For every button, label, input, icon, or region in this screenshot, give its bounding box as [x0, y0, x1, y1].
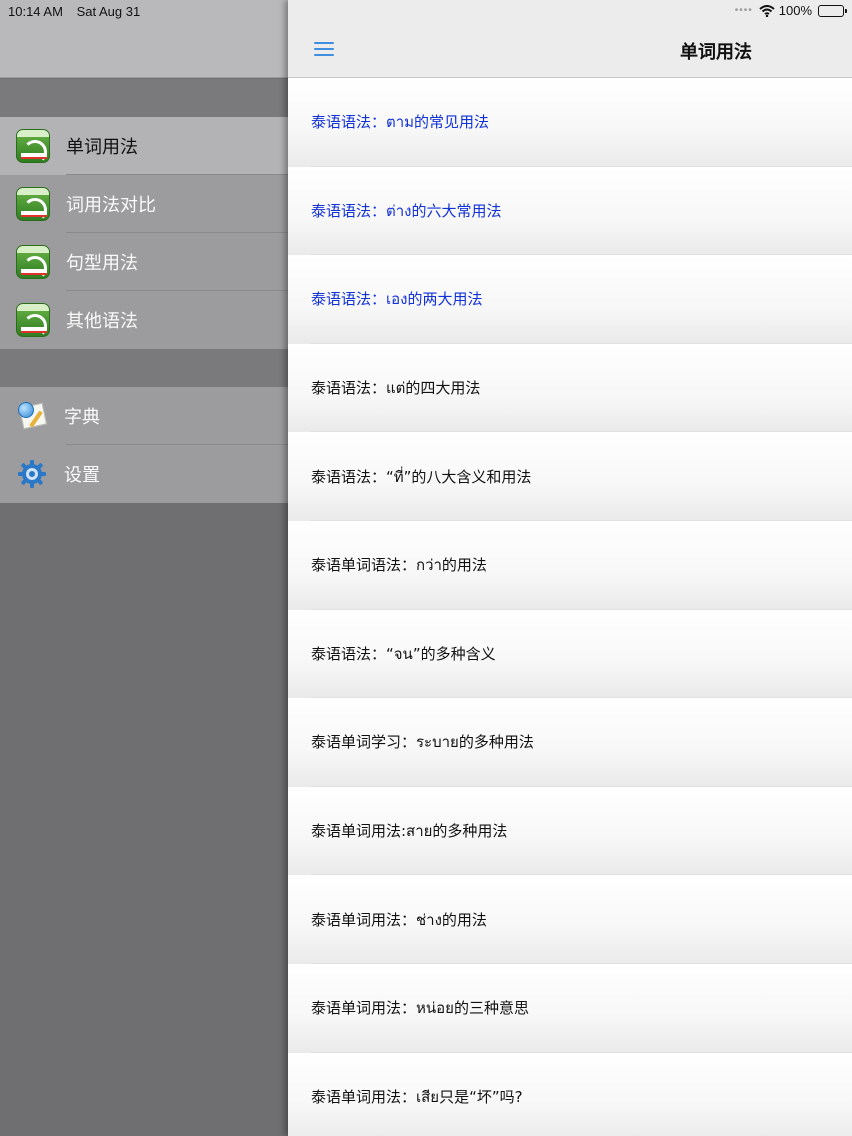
- sidebar-item-label: 字典: [64, 407, 100, 428]
- main-panel: 单词用法 泰语语法：ตาม的常见用法 泰语语法：ต่าง的六大常用法 泰语语法：เอ…: [288, 0, 852, 1136]
- list-item[interactable]: 泰语语法：เอง的两大用法: [288, 255, 852, 344]
- list-item[interactable]: 泰语单词用法：ช่าง的用法: [288, 875, 852, 964]
- sidebar-item-other-grammar[interactable]: 其他语法: [0, 291, 288, 349]
- sidebar-item-sentence-patterns[interactable]: 句型用法: [0, 233, 288, 291]
- sidebar-item-dictionary[interactable]: 字典: [0, 387, 288, 445]
- app-book-icon: [16, 187, 50, 221]
- list-item[interactable]: 泰语语法：ตาม的常见用法: [288, 78, 852, 167]
- battery-percent: 100%: [778, 3, 812, 18]
- sidebar-main-group: 单词用法 词用法对比 句型用法 其他语法: [0, 117, 288, 349]
- list-item-title: 泰语语法：ตาม的常见用法: [311, 113, 490, 132]
- sidebar-item-label: 词用法对比: [66, 195, 156, 216]
- list-item-title: 泰语单词语法：กว่า的用法: [311, 556, 487, 575]
- list-item[interactable]: 泰语单词用法：หน่อย的三种意思: [288, 963, 852, 1053]
- app-book-icon: [16, 245, 50, 279]
- sidebar-item-label: 句型用法: [66, 253, 138, 274]
- list-item-title: 泰语单词用法:สาย的多种用法: [311, 822, 508, 841]
- status-date: Sat Aug 31: [76, 4, 141, 19]
- list-item-title: 泰语语法：ต่าง的六大常用法: [311, 201, 502, 220]
- list-item[interactable]: 泰语语法：“ที่”的八大含义和用法: [288, 432, 852, 521]
- sidebar-item-label: 单词用法: [66, 137, 138, 158]
- list-item-title: 泰语单词用法：ช่าง的用法: [311, 910, 487, 929]
- list-item[interactable]: 泰语单词学习：ระบาย的多种用法: [288, 698, 852, 787]
- list-item[interactable]: 泰语单词用法:สาย的多种用法: [288, 786, 852, 876]
- sidebar-gap: [0, 349, 288, 387]
- article-list: 泰语语法：ตาม的常见用法 泰语语法：ต่าง的六大常用法 泰语语法：เอง的两大用…: [288, 78, 852, 1136]
- list-item[interactable]: 泰语单词用法：เสีย只是“坏”吗?: [288, 1052, 852, 1136]
- status-bar-right: •••• 100%: [734, 3, 847, 18]
- list-item-title: 泰语语法：“จน”的多种含义: [311, 644, 496, 663]
- sidebar-item-word-usage[interactable]: 单词用法: [0, 117, 288, 175]
- battery-icon: [818, 4, 847, 17]
- sidebar-item-settings[interactable]: 设置: [0, 445, 288, 503]
- menu-icon: [314, 42, 334, 44]
- status-bar-left: 10:14 AM Sat Aug 31: [8, 4, 150, 19]
- sidebar-item-label: 设置: [64, 465, 100, 486]
- page-title: 单词用法: [680, 42, 752, 63]
- list-item[interactable]: 泰语语法：ต่าง的六大常用法: [288, 166, 852, 256]
- sidebar-gap: [0, 79, 288, 117]
- list-item[interactable]: 泰语语法：แต่的四大用法: [288, 343, 852, 433]
- list-item[interactable]: 泰语语法：“จน”的多种含义: [288, 609, 852, 699]
- wifi-icon: [759, 4, 775, 17]
- list-item-title: 泰语单词学习：ระบาย的多种用法: [311, 733, 534, 752]
- app-book-icon: [16, 129, 50, 163]
- app-book-icon: [16, 303, 50, 337]
- menu-button[interactable]: [314, 40, 336, 58]
- gear-icon: [16, 458, 48, 490]
- list-item[interactable]: 泰语单词语法：กว่า的用法: [288, 520, 852, 610]
- sidebar-item-usage-compare[interactable]: 词用法对比: [0, 175, 288, 233]
- signal-icon: ••••: [734, 5, 753, 16]
- sidebar-extra-group: 字典 设置: [0, 387, 288, 503]
- list-item-title: 泰语语法：เอง的两大用法: [311, 290, 483, 309]
- list-item-title: 泰语单词用法：หน่อย的三种意思: [311, 999, 529, 1018]
- sidebar-item-label: 其他语法: [66, 311, 138, 332]
- dictionary-icon: [16, 400, 48, 432]
- status-time: 10:14 AM: [8, 4, 63, 19]
- list-item-title: 泰语单词用法：เสีย只是“坏”吗?: [311, 1087, 523, 1106]
- list-item-title: 泰语语法：“ที่”的八大含义和用法: [311, 467, 532, 486]
- sidebar: 单词用法 词用法对比 句型用法 其他语法 字典 设置: [0, 0, 288, 1136]
- list-item-title: 泰语语法：แต่的四大用法: [311, 379, 481, 398]
